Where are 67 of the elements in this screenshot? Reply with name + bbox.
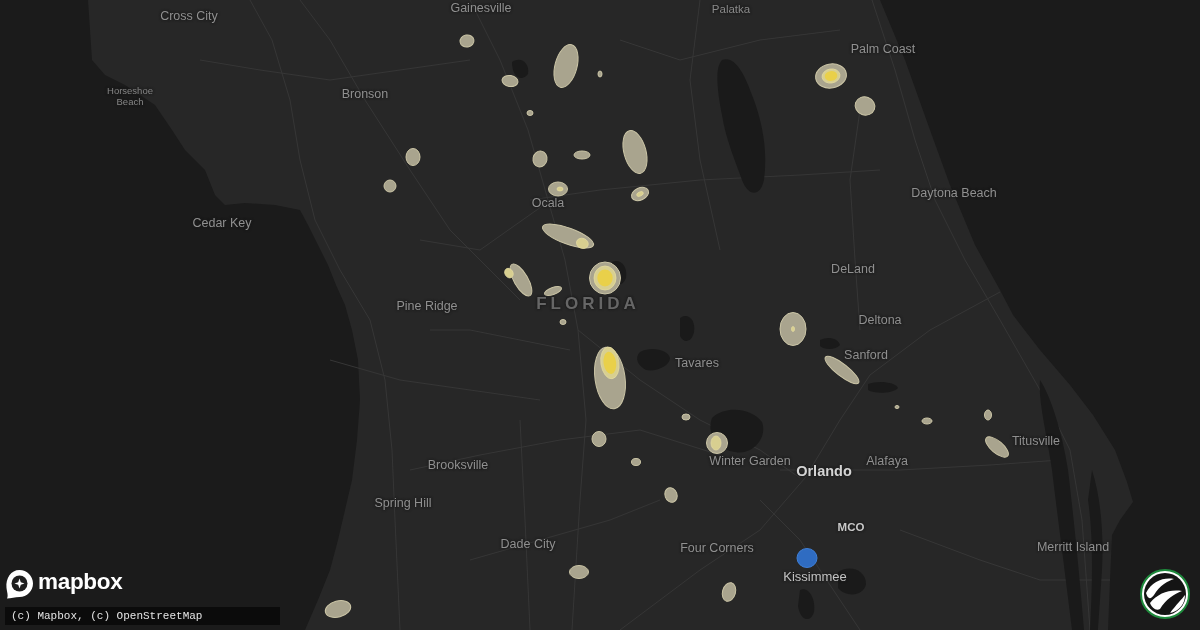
hail-swath <box>721 582 737 602</box>
hail-swath <box>526 110 534 116</box>
hail-swath <box>921 417 933 425</box>
brand-wordmark: mapbox <box>38 571 123 597</box>
city-label: Kissimmee <box>783 569 847 583</box>
city-label: Cross City <box>160 9 218 23</box>
hail-swath <box>543 286 563 296</box>
hail-swath <box>894 405 900 409</box>
hail-swath <box>589 261 621 295</box>
attribution-text: (c) Mapbox, (c) OpenStreetMap <box>5 607 280 625</box>
hail-swath <box>569 565 589 579</box>
city-label: Bronson <box>341 87 389 101</box>
hail-swath <box>501 74 519 88</box>
city-label: Deltona <box>858 313 902 327</box>
hail-swath <box>597 70 603 78</box>
hail-swath <box>553 44 579 88</box>
logo-icon <box>1140 569 1190 619</box>
city-label: Winter Garden <box>709 454 791 468</box>
hail-swath <box>630 186 650 202</box>
hail-swath <box>622 130 648 174</box>
city-label: Alafaya <box>866 454 908 468</box>
hail-swath <box>591 431 607 447</box>
city-label: Palm Coast <box>850 42 916 56</box>
city-label: Four Corners <box>680 541 754 555</box>
city-label: Horseshoe Beach <box>106 86 154 108</box>
hail-swath <box>706 432 728 454</box>
hail-swath <box>631 458 641 466</box>
city-label: Sanford <box>844 348 888 362</box>
hail-swath <box>985 436 1009 458</box>
city-label: DeLand <box>831 262 875 276</box>
hail-swath <box>542 223 594 249</box>
hail-swath <box>681 413 691 421</box>
airport-label: MCO <box>837 522 865 534</box>
lake <box>512 59 529 78</box>
hail-swath <box>459 34 475 48</box>
hail-swath <box>854 96 876 116</box>
hail-swath <box>573 150 591 160</box>
hail-swath <box>383 179 397 193</box>
hail-swath <box>779 312 807 346</box>
hail-swath <box>504 263 533 297</box>
hail-swath <box>405 148 421 166</box>
city-label: Orlando <box>796 463 852 479</box>
city-label: Brooksville <box>427 458 489 472</box>
city-label: Titusville <box>1011 434 1061 448</box>
city-label: Spring Hill <box>374 496 432 510</box>
lake <box>868 381 898 393</box>
logo-icon <box>5 569 34 599</box>
hail-swath <box>815 63 847 89</box>
state-label: FLORIDA <box>536 296 640 312</box>
hail-swath <box>532 150 548 168</box>
city-label: Ocala <box>531 196 565 210</box>
hail-swath <box>594 346 626 410</box>
city-label: Tavares <box>675 356 719 370</box>
lake <box>710 409 764 453</box>
storm-area <box>796 548 818 568</box>
hail-swath <box>984 409 992 421</box>
city-label: Dade City <box>500 537 556 551</box>
hail-swath <box>664 487 678 503</box>
hail-swath <box>559 319 567 325</box>
city-label: Cedar Key <box>192 216 252 230</box>
city-label: Gainesville <box>450 1 512 15</box>
city-label: Pine Ridge <box>396 299 458 313</box>
hail-swath <box>548 181 568 197</box>
city-label: Palatka <box>711 4 751 16</box>
hail-swath <box>324 600 352 618</box>
city-label: Merritt Island <box>1036 540 1110 554</box>
city-label: Daytona Beach <box>911 186 997 200</box>
